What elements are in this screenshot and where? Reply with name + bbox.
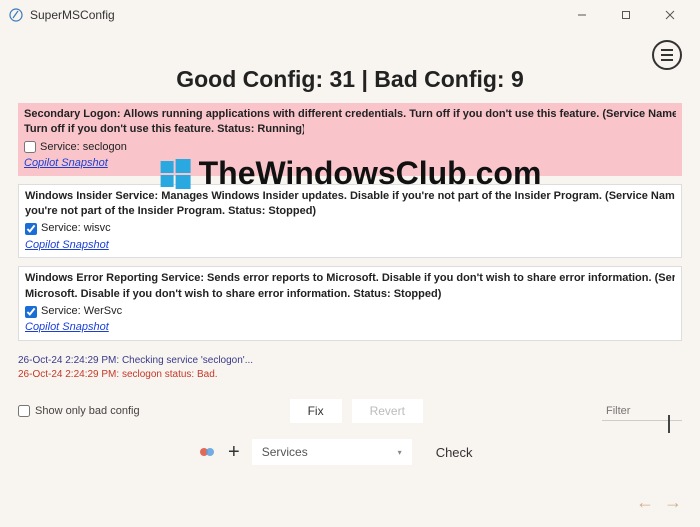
dropdown-value: Services: [262, 445, 308, 459]
maximize-button[interactable]: [604, 1, 648, 29]
service-label: Service: wisvc: [41, 221, 111, 236]
service-card[interactable]: Secondary Logon: Allows running applicat…: [18, 103, 682, 176]
service-list[interactable]: Secondary Logon: Allows running applicat…: [18, 103, 682, 348]
fix-button[interactable]: Fix: [290, 399, 342, 423]
config-summary-header: Good Config: 31 | Bad Config: 9: [18, 66, 682, 93]
show-bad-label: Show only bad config: [35, 405, 140, 417]
service-description-cont: Microsoft. Disable if you don't wish to …: [25, 287, 445, 302]
app-icon: [8, 7, 24, 23]
bottom-toolbar: + Services ▾ Check: [18, 439, 682, 465]
copilot-snapshot-link[interactable]: Copilot Snapshot: [24, 156, 108, 171]
log-line: 26-Oct-24 2:24:29 PM: Checking service '…: [18, 354, 682, 368]
show-bad-checkbox[interactable]: [18, 405, 30, 417]
menu-button[interactable]: [652, 40, 682, 70]
copilot-snapshot-link[interactable]: Copilot Snapshot: [25, 238, 109, 253]
log-line: 26-Oct-24 2:24:29 PM: seclogon status: B…: [18, 368, 682, 382]
service-description-cont: Turn off if you don't use this feature. …: [24, 122, 304, 137]
content-area: Good Config: 31 | Bad Config: 9 Secondar…: [0, 30, 700, 527]
log-area: 26-Oct-24 2:24:29 PM: Checking service '…: [18, 354, 682, 381]
copilot-snapshot-link[interactable]: Copilot Snapshot: [25, 320, 109, 335]
options-row: Show only bad config Fix Revert: [18, 399, 682, 423]
text-caret: [668, 415, 670, 433]
service-card[interactable]: Windows Error Reporting Service: Sends e…: [18, 266, 682, 341]
titlebar: SuperMSConfig: [0, 0, 700, 30]
window-controls: [560, 1, 692, 29]
chevron-down-icon: ▾: [398, 448, 402, 457]
check-button[interactable]: Check: [424, 440, 485, 465]
service-label: Service: seclogon: [40, 140, 127, 155]
show-bad-toggle[interactable]: Show only bad config: [18, 405, 140, 417]
category-dropdown[interactable]: Services ▾: [252, 439, 412, 465]
service-description-cont: you're not part of the Insider Program. …: [25, 204, 335, 219]
window-title: SuperMSConfig: [30, 8, 115, 22]
service-description: Windows Insider Service: Manages Windows…: [25, 189, 675, 204]
service-card[interactable]: Windows Insider Service: Manages Windows…: [18, 184, 682, 259]
service-checkbox[interactable]: [25, 223, 37, 235]
nav-arrows: ← →: [636, 492, 682, 513]
add-button[interactable]: +: [228, 441, 240, 464]
service-description: Windows Error Reporting Service: Sends e…: [25, 271, 675, 286]
copilot-icon[interactable]: [198, 443, 216, 461]
revert-button[interactable]: Revert: [352, 399, 423, 423]
minimize-button[interactable]: [560, 1, 604, 29]
service-checkbox[interactable]: [24, 141, 36, 153]
service-description: Secondary Logon: Allows running applicat…: [24, 107, 676, 122]
close-button[interactable]: [648, 1, 692, 29]
nav-forward-icon[interactable]: →: [664, 492, 682, 513]
nav-back-icon[interactable]: ←: [636, 492, 654, 513]
service-checkbox[interactable]: [25, 306, 37, 318]
filter-input[interactable]: [602, 402, 682, 421]
service-label: Service: WerSvc: [41, 304, 122, 319]
